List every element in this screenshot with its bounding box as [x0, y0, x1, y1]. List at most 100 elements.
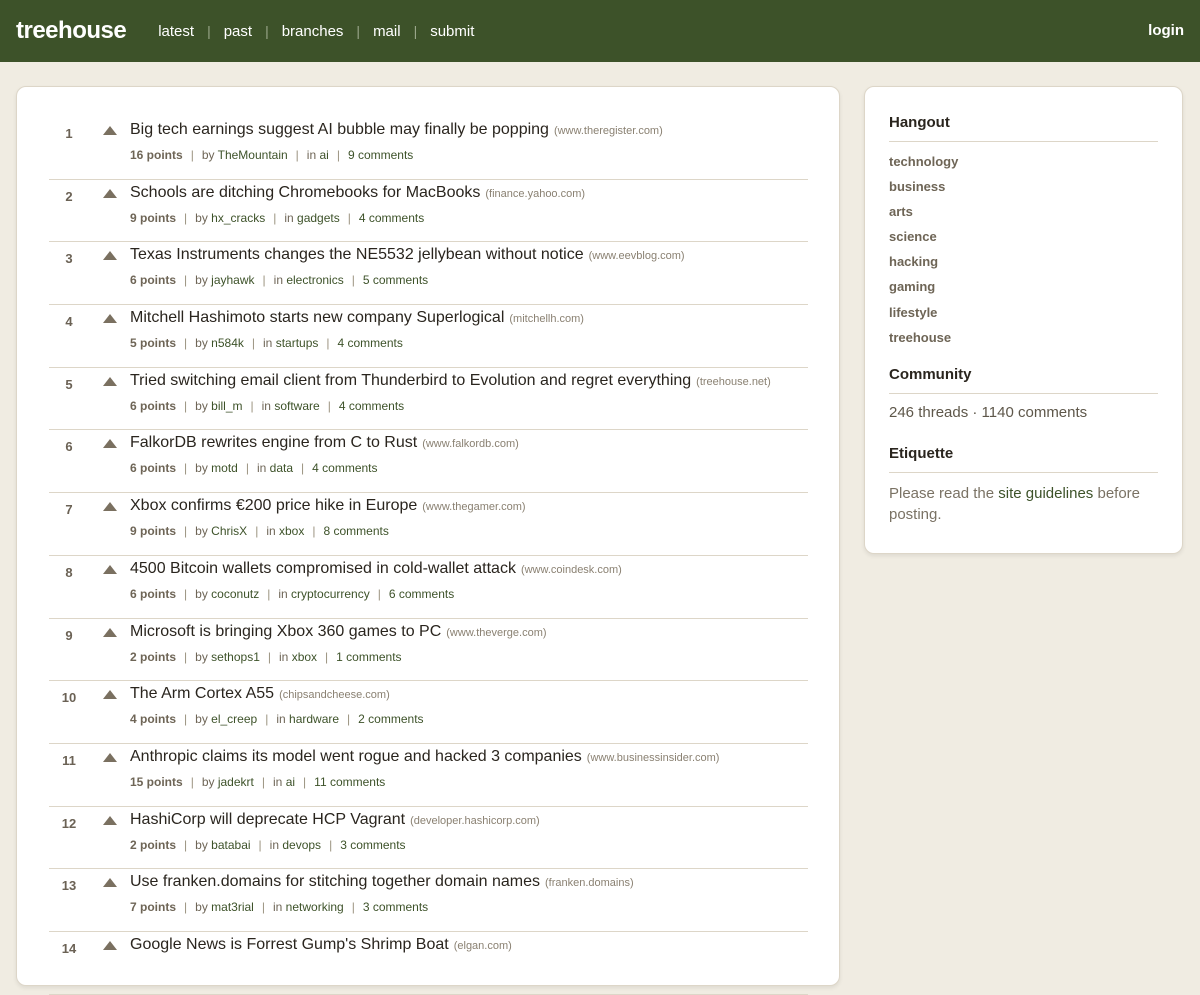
- story-domain[interactable]: (franken.domains): [545, 877, 634, 889]
- story-title-link[interactable]: Big tech earnings suggest AI bubble may …: [130, 121, 549, 138]
- category-business[interactable]: business: [889, 179, 1158, 204]
- category-science[interactable]: science: [889, 229, 1158, 254]
- story-author[interactable]: motd: [211, 461, 238, 475]
- story-comments-link[interactable]: 5 comments: [363, 273, 428, 287]
- story-author[interactable]: TheMountain: [218, 148, 288, 162]
- story-title-link[interactable]: Microsoft is bringing Xbox 360 games to …: [130, 623, 441, 640]
- nav-past[interactable]: past: [224, 23, 252, 40]
- story-domain[interactable]: (developer.hashicorp.com): [410, 815, 540, 827]
- category-technology[interactable]: technology: [889, 154, 1158, 179]
- upvote-arrow-icon[interactable]: [103, 126, 117, 135]
- story-row: 12 HashiCorp will deprecate HCP Vagrant (d…: [49, 807, 808, 870]
- meta-separator: |: [327, 398, 331, 413]
- story-comments-link[interactable]: 4 comments: [312, 461, 377, 475]
- story-title-link[interactable]: Google News is Forrest Gump's Shrimp Boa…: [130, 936, 449, 953]
- story-category[interactable]: xbox: [279, 524, 304, 538]
- story-comments-link[interactable]: 4 comments: [359, 211, 424, 225]
- story-domain[interactable]: (www.theverge.com): [446, 627, 546, 639]
- story-domain[interactable]: (treehouse.net): [696, 376, 771, 388]
- story-author[interactable]: el_creep: [211, 712, 257, 726]
- story-domain[interactable]: (chipsandcheese.com): [279, 689, 390, 701]
- story-comments-link[interactable]: 4 comments: [339, 399, 404, 413]
- upvote-arrow-icon[interactable]: [103, 815, 117, 825]
- story-domain[interactable]: (www.coindesk.com): [521, 564, 622, 576]
- story-comments-link[interactable]: 4 comments: [338, 336, 403, 350]
- story-category[interactable]: ai: [319, 148, 328, 162]
- story-category[interactable]: electronics: [286, 273, 343, 287]
- story-domain[interactable]: (www.thegamer.com): [422, 501, 525, 513]
- story-category[interactable]: startups: [276, 336, 319, 350]
- story-domain[interactable]: (mitchellh.com): [509, 313, 584, 325]
- upvote-arrow-icon[interactable]: [103, 376, 117, 386]
- story-title-link[interactable]: 4500 Bitcoin wallets compromised in cold…: [130, 560, 516, 577]
- story-category[interactable]: networking: [286, 900, 344, 914]
- story-author[interactable]: n584k: [211, 336, 244, 350]
- story-title-link[interactable]: The Arm Cortex A55: [130, 685, 274, 702]
- nav-mail[interactable]: mail: [373, 23, 401, 40]
- story-category[interactable]: devops: [282, 838, 321, 852]
- story-title-link[interactable]: HashiCorp will deprecate HCP Vagrant: [130, 811, 405, 828]
- nav-submit[interactable]: submit: [430, 23, 474, 40]
- story-author[interactable]: jayhawk: [211, 273, 254, 287]
- story-comments-link[interactable]: 2 comments: [358, 712, 423, 726]
- story-comments-link[interactable]: 3 comments: [340, 838, 405, 852]
- category-gaming[interactable]: gaming: [889, 279, 1158, 304]
- story-domain[interactable]: (www.falkordb.com): [422, 438, 519, 450]
- nav-branches[interactable]: branches: [282, 23, 344, 40]
- upvote-arrow-icon[interactable]: [103, 940, 117, 950]
- story-comments-link[interactable]: 3 comments: [363, 900, 428, 914]
- nav-latest[interactable]: latest: [158, 23, 194, 40]
- category-treehouse[interactable]: treehouse: [889, 330, 1158, 355]
- story-domain[interactable]: (finance.yahoo.com): [485, 188, 585, 200]
- story-title-link[interactable]: Use franken.domains for stitching togeth…: [130, 873, 540, 890]
- story-domain[interactable]: (www.theregister.com): [554, 125, 663, 137]
- upvote-arrow-icon[interactable]: [103, 439, 117, 449]
- story-title-link[interactable]: Mitchell Hashimoto starts new company Su…: [130, 309, 504, 326]
- story-author[interactable]: coconutz: [211, 587, 259, 601]
- upvote-arrow-icon[interactable]: [103, 690, 117, 700]
- upvote-arrow-icon[interactable]: [103, 251, 117, 261]
- upvote-arrow-icon[interactable]: [103, 188, 117, 198]
- login-link[interactable]: login: [1148, 22, 1184, 39]
- story-category[interactable]: data: [270, 461, 293, 475]
- category-arts[interactable]: arts: [889, 204, 1158, 229]
- story-title-link[interactable]: Xbox confirms €200 price hike in Europe: [130, 497, 417, 514]
- story-comments-link[interactable]: 1 comments: [336, 650, 401, 664]
- story-author[interactable]: jadekrt: [218, 775, 254, 789]
- story-title-link[interactable]: Tried switching email client from Thunde…: [130, 372, 691, 389]
- story-comments-link[interactable]: 8 comments: [323, 524, 388, 538]
- story-meta: 6 points | by coconutz | in cryptocurrency | 6…: [130, 587, 454, 601]
- site-guidelines-link[interactable]: site guidelines: [998, 485, 1093, 502]
- story-author[interactable]: hx_cracks: [211, 211, 265, 225]
- story-author[interactable]: ChrisX: [211, 524, 247, 538]
- story-category[interactable]: xbox: [292, 650, 317, 664]
- story-category[interactable]: software: [274, 399, 319, 413]
- story-author[interactable]: bill_m: [211, 399, 242, 413]
- story-category[interactable]: ai: [286, 775, 295, 789]
- story-title-link[interactable]: Schools are ditching Chromebooks for Mac…: [130, 184, 480, 201]
- story-comments-link[interactable]: 9 comments: [348, 148, 413, 162]
- story-author[interactable]: batabai: [211, 838, 250, 852]
- story-title-link[interactable]: FalkorDB rewrites engine from C to Rust: [130, 434, 417, 451]
- category-lifestyle[interactable]: lifestyle: [889, 305, 1158, 330]
- brand-logo[interactable]: treehouse: [16, 17, 127, 45]
- upvote-arrow-icon[interactable]: [103, 564, 117, 574]
- upvote-arrow-icon[interactable]: [103, 627, 117, 637]
- upvote-arrow-icon[interactable]: [103, 752, 117, 762]
- story-comments-link[interactable]: 11 comments: [314, 775, 385, 789]
- category-hacking[interactable]: hacking: [889, 254, 1158, 279]
- story-category[interactable]: cryptocurrency: [291, 587, 370, 601]
- story-category[interactable]: hardware: [289, 712, 339, 726]
- upvote-arrow-icon[interactable]: [103, 502, 117, 512]
- story-title-link[interactable]: Texas Instruments changes the NE5532 jel…: [130, 246, 584, 263]
- upvote-arrow-icon[interactable]: [103, 314, 117, 324]
- story-category[interactable]: gadgets: [297, 211, 340, 225]
- story-title-link[interactable]: Anthropic claims its model went rogue an…: [130, 748, 582, 765]
- story-domain[interactable]: (elgan.com): [454, 940, 512, 952]
- story-author[interactable]: sethops1: [211, 650, 260, 664]
- upvote-arrow-icon[interactable]: [103, 878, 117, 888]
- story-domain[interactable]: (www.eevblog.com): [589, 250, 685, 262]
- story-author[interactable]: mat3rial: [211, 900, 254, 914]
- story-domain[interactable]: (www.businessinsider.com): [587, 752, 720, 764]
- story-comments-link[interactable]: 6 comments: [389, 587, 454, 601]
